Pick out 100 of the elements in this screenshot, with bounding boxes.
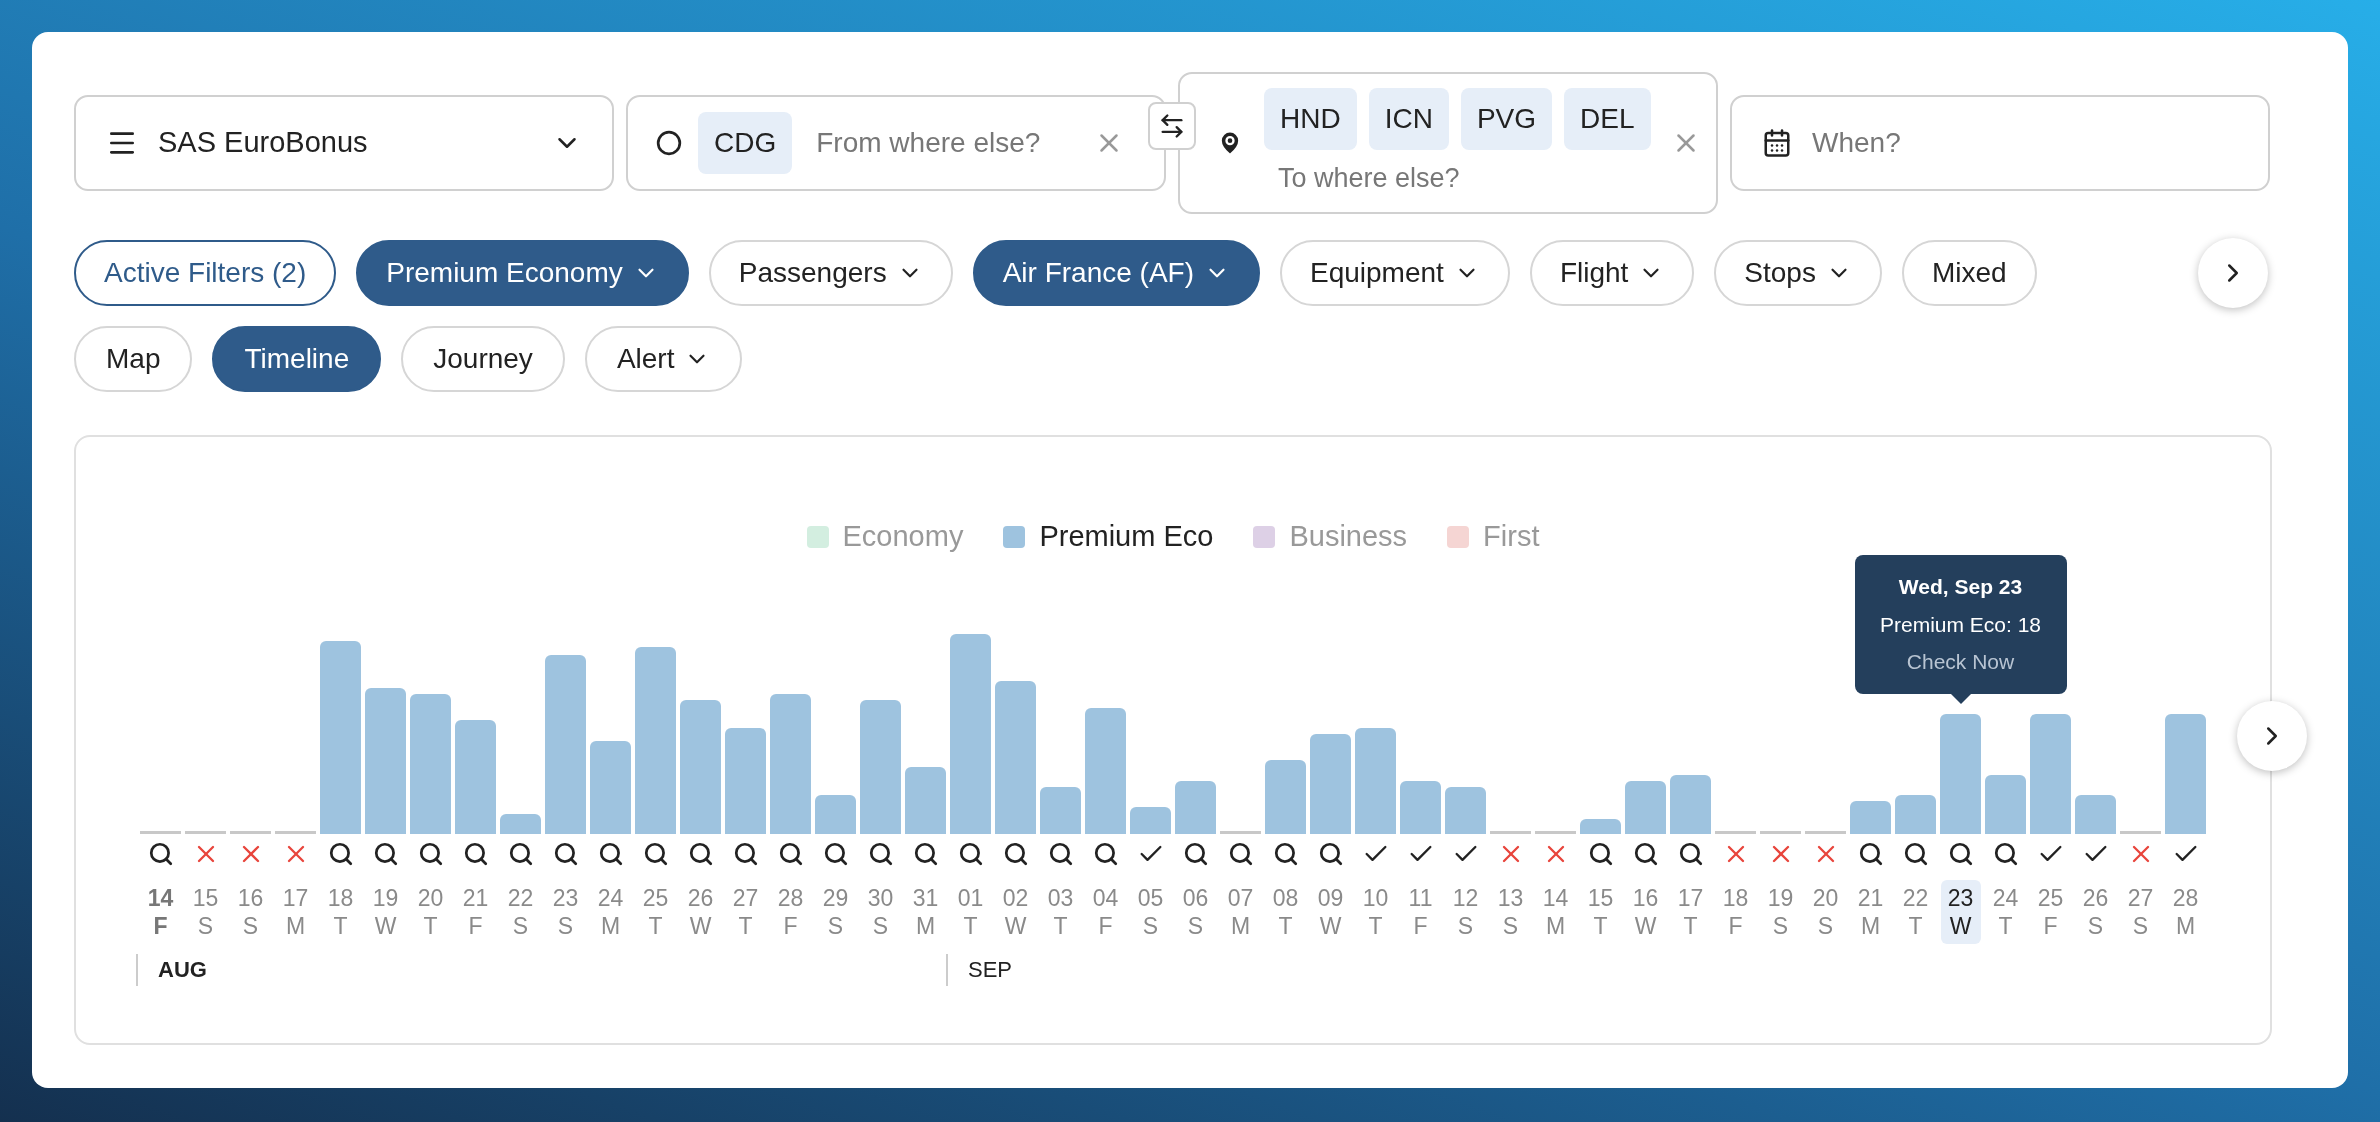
view-tab[interactable]: Timeline [212, 326, 382, 392]
day-label[interactable]: 17 M [275, 879, 316, 944]
day-label[interactable]: 20 S [1805, 879, 1846, 944]
availability-bar[interactable] [1310, 733, 1351, 834]
day-label[interactable]: 29 S [815, 879, 856, 944]
availability-bar[interactable] [1265, 759, 1306, 834]
availability-bar[interactable] [1670, 774, 1711, 834]
availability-bar[interactable] [725, 727, 766, 834]
day-label[interactable]: 19 S [1760, 879, 1801, 944]
day-label[interactable]: 19 W [365, 879, 406, 944]
availability-bar[interactable] [1445, 786, 1486, 834]
search-icon[interactable] [687, 840, 714, 867]
view-tab[interactable]: Map [74, 326, 193, 392]
search-icon[interactable] [1092, 840, 1119, 867]
legend-item[interactable]: Business [1253, 515, 1408, 559]
day-label[interactable]: 24 T [1985, 879, 2026, 944]
program-select[interactable]: SAS EuroBonus [74, 95, 614, 191]
filter-chip[interactable]: Premium Economy [356, 240, 689, 306]
day-label[interactable]: 13 S [1490, 879, 1531, 944]
day-label[interactable]: 26 W [680, 879, 721, 944]
search-icon[interactable] [1047, 840, 1074, 867]
availability-bar[interactable] [1085, 707, 1126, 834]
availability-bar[interactable] [905, 766, 946, 834]
availability-bar[interactable] [1175, 780, 1216, 834]
search-icon[interactable] [372, 840, 399, 867]
date-input[interactable]: When? [1812, 122, 2238, 164]
availability-bar[interactable] [1895, 794, 1936, 834]
day-label[interactable]: 23 W [1940, 879, 1981, 944]
day-label[interactable]: 25 T [635, 879, 676, 944]
availability-bar[interactable] [455, 719, 496, 834]
legend-item[interactable]: Economy [806, 515, 964, 559]
day-label[interactable]: 27 T [725, 879, 766, 944]
search-icon[interactable] [462, 840, 489, 867]
search-icon[interactable] [1992, 840, 2019, 867]
search-icon[interactable] [507, 840, 534, 867]
search-icon[interactable] [597, 840, 624, 867]
search-icon[interactable] [417, 840, 444, 867]
day-label[interactable]: 28 F [770, 879, 811, 944]
day-label[interactable]: 30 S [860, 879, 901, 944]
availability-bar[interactable] [1625, 780, 1666, 834]
search-icon[interactable] [1317, 840, 1344, 867]
search-icon[interactable] [1632, 840, 1659, 867]
availability-bar[interactable] [500, 813, 541, 834]
destination-field[interactable]: HND ICN PVG DEL To where else? [1178, 72, 1718, 214]
day-label[interactable]: 17 T [1670, 879, 1711, 944]
day-label[interactable]: 11 F [1400, 879, 1441, 944]
day-label[interactable]: 14 M [1535, 879, 1576, 944]
search-icon[interactable] [912, 840, 939, 867]
day-label[interactable]: 08 T [1265, 879, 1306, 944]
scroll-right-button[interactable] [2198, 238, 2268, 308]
day-label[interactable]: 18 F [1715, 879, 1756, 944]
availability-bar[interactable] [770, 693, 811, 834]
filter-chip[interactable]: Air France (AF) [972, 240, 1260, 306]
availability-bar[interactable] [1940, 713, 1981, 834]
day-label[interactable]: 18 T [320, 879, 361, 944]
search-icon[interactable] [822, 840, 849, 867]
search-icon[interactable] [1857, 840, 1884, 867]
day-label[interactable]: 22 S [500, 879, 541, 944]
availability-bar[interactable] [320, 640, 361, 834]
search-icon[interactable] [867, 840, 894, 867]
availability-bar[interactable] [1580, 818, 1621, 834]
filter-chip[interactable]: Equipment [1280, 240, 1510, 306]
availability-bar[interactable] [1355, 727, 1396, 834]
availability-bar[interactable] [410, 693, 451, 834]
day-label[interactable]: 10 T [1355, 879, 1396, 944]
day-label[interactable]: 03 T [1040, 879, 1081, 944]
search-icon[interactable] [1272, 840, 1299, 867]
search-icon[interactable] [1002, 840, 1029, 867]
filter-chip[interactable]: Passengers [708, 240, 953, 306]
day-label[interactable]: 16 W [1625, 879, 1666, 944]
search-icon[interactable] [147, 840, 174, 867]
origin-input[interactable]: From where else? [816, 122, 1078, 164]
filter-chip[interactable]: Mixed [1901, 240, 2037, 306]
search-icon[interactable] [1182, 840, 1209, 867]
day-label[interactable]: 27 S [2120, 879, 2161, 944]
day-label[interactable]: 14 F [140, 879, 181, 944]
day-label[interactable]: 20 T [410, 879, 451, 944]
swap-button[interactable] [1148, 102, 1196, 150]
availability-bar[interactable] [2030, 713, 2071, 834]
availability-bar[interactable] [860, 699, 901, 834]
day-label[interactable]: 02 W [995, 879, 1036, 944]
day-label[interactable]: 04 F [1085, 879, 1126, 944]
search-icon[interactable] [732, 840, 759, 867]
availability-bar[interactable] [1130, 806, 1171, 834]
search-icon[interactable] [1587, 840, 1614, 867]
legend-item[interactable]: Premium Eco [1003, 515, 1214, 559]
search-icon[interactable] [552, 840, 579, 867]
search-icon[interactable] [777, 840, 804, 867]
next-button[interactable] [2237, 701, 2307, 771]
day-label[interactable]: 06 S [1175, 879, 1216, 944]
check-now-link[interactable]: Check Now [1906, 646, 2015, 678]
search-icon[interactable] [327, 840, 354, 867]
day-label[interactable]: 05 S [1130, 879, 1171, 944]
availability-bar[interactable] [2165, 713, 2206, 834]
search-icon[interactable] [1902, 840, 1929, 867]
day-label[interactable]: 12 S [1445, 879, 1486, 944]
search-icon[interactable] [642, 840, 669, 867]
availability-bar[interactable] [1040, 786, 1081, 834]
availability-bar[interactable] [365, 687, 406, 834]
day-label[interactable]: 25 F [2030, 879, 2071, 944]
